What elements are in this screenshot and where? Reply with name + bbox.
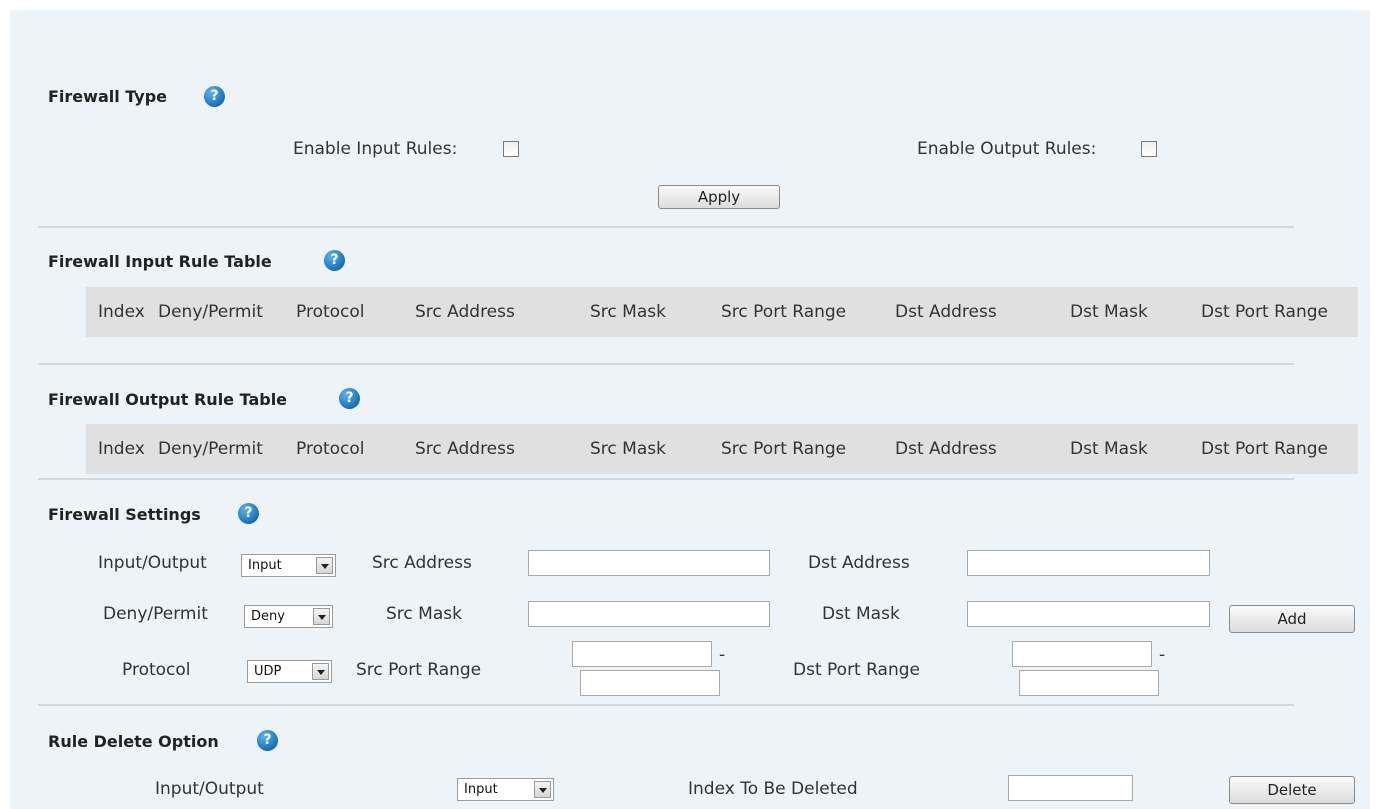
input-rule-table-title: Firewall Input Rule Table	[48, 252, 272, 271]
column-header-src-mask: Src Mask	[590, 302, 666, 322]
column-header-index: Index	[98, 302, 145, 322]
apply-button[interactable]: Apply	[658, 185, 780, 209]
delete-button[interactable]: Delete	[1229, 776, 1355, 804]
deny-permit-select[interactable]: Deny	[244, 605, 333, 628]
dst-mask-input[interactable]	[967, 601, 1210, 627]
input-rule-table-header: Index Deny/Permit Protocol Src Address S…	[86, 287, 1358, 337]
column-header-src-address: Src Address	[415, 302, 515, 322]
src-address-input[interactable]	[528, 550, 770, 576]
index-to-delete-input[interactable]	[1008, 775, 1133, 801]
chevron-down-icon	[534, 781, 551, 798]
index-to-delete-label: Index To Be Deleted	[688, 779, 858, 799]
chevron-down-icon	[313, 608, 330, 625]
section-divider	[38, 226, 1294, 228]
src-port-start-input[interactable]	[572, 641, 712, 667]
src-address-label: Src Address	[372, 553, 472, 573]
column-header-src-address: Src Address	[415, 439, 515, 459]
dst-mask-label: Dst Mask	[822, 604, 900, 624]
column-header-index: Index	[98, 439, 145, 459]
dst-port-range-separator: -	[1159, 645, 1166, 665]
io-select-value: Input	[248, 558, 282, 573]
column-header-src-port-range: Src Port Range	[721, 302, 847, 322]
column-header-dst-mask: Dst Mask	[1070, 439, 1148, 459]
chevron-down-icon	[312, 663, 329, 680]
rule-delete-option-title: Rule Delete Option	[48, 732, 219, 751]
help-icon[interactable]: ?	[339, 388, 360, 409]
dst-address-label: Dst Address	[808, 553, 910, 573]
add-button[interactable]: Add	[1229, 605, 1355, 633]
enable-output-rules-label: Enable Output Rules:	[917, 139, 1097, 159]
section-divider	[38, 704, 1294, 706]
help-icon[interactable]: ?	[324, 250, 345, 271]
dst-port-range-label: Dst Port Range	[793, 660, 921, 680]
io-select[interactable]: Input	[241, 554, 336, 577]
src-port-end-input[interactable]	[580, 670, 720, 696]
column-header-dst-address: Dst Address	[895, 439, 997, 459]
section-divider	[38, 363, 1294, 365]
protocol-select-value: UDP	[254, 664, 282, 679]
enable-input-rules-label: Enable Input Rules:	[293, 139, 458, 159]
src-port-range-separator: -	[719, 645, 726, 665]
deny-permit-label: Deny/Permit	[103, 604, 208, 624]
src-mask-label: Src Mask	[386, 604, 462, 624]
section-divider	[38, 478, 1294, 480]
delete-io-select[interactable]: Input	[457, 778, 554, 801]
protocol-select[interactable]: UDP	[247, 660, 332, 683]
io-label: Input/Output	[98, 553, 207, 573]
dst-address-input[interactable]	[967, 550, 1210, 576]
help-icon[interactable]: ?	[238, 503, 259, 524]
delete-io-label: Input/Output	[155, 779, 264, 799]
column-header-src-mask: Src Mask	[590, 439, 666, 459]
column-header-src-port-range: Src Port Range	[721, 439, 847, 459]
column-header-deny-permit: Deny/Permit	[158, 302, 263, 322]
column-header-protocol: Protocol	[296, 302, 365, 322]
output-rule-table-header: Index Deny/Permit Protocol Src Address S…	[86, 424, 1358, 474]
help-icon[interactable]: ?	[204, 86, 225, 107]
dst-port-end-input[interactable]	[1019, 670, 1159, 696]
deny-permit-select-value: Deny	[251, 609, 285, 624]
delete-io-select-value: Input	[464, 782, 498, 797]
enable-output-rules-checkbox[interactable]	[1141, 141, 1157, 157]
column-header-dst-port-range: Dst Port Range	[1201, 439, 1329, 459]
firewall-settings-title: Firewall Settings	[48, 505, 201, 524]
column-header-protocol: Protocol	[296, 439, 365, 459]
output-rule-table-title: Firewall Output Rule Table	[48, 390, 288, 409]
column-header-dst-mask: Dst Mask	[1070, 302, 1148, 322]
dst-port-start-input[interactable]	[1012, 641, 1152, 667]
chevron-down-icon	[316, 557, 333, 574]
help-icon[interactable]: ?	[257, 730, 278, 751]
enable-input-rules-checkbox[interactable]	[503, 141, 519, 157]
protocol-label: Protocol	[122, 660, 191, 680]
firewall-type-title: Firewall Type	[48, 87, 168, 106]
column-header-deny-permit: Deny/Permit	[158, 439, 263, 459]
src-mask-input[interactable]	[528, 601, 770, 627]
column-header-dst-address: Dst Address	[895, 302, 997, 322]
column-header-dst-port-range: Dst Port Range	[1201, 302, 1329, 322]
src-port-range-label: Src Port Range	[356, 660, 482, 680]
